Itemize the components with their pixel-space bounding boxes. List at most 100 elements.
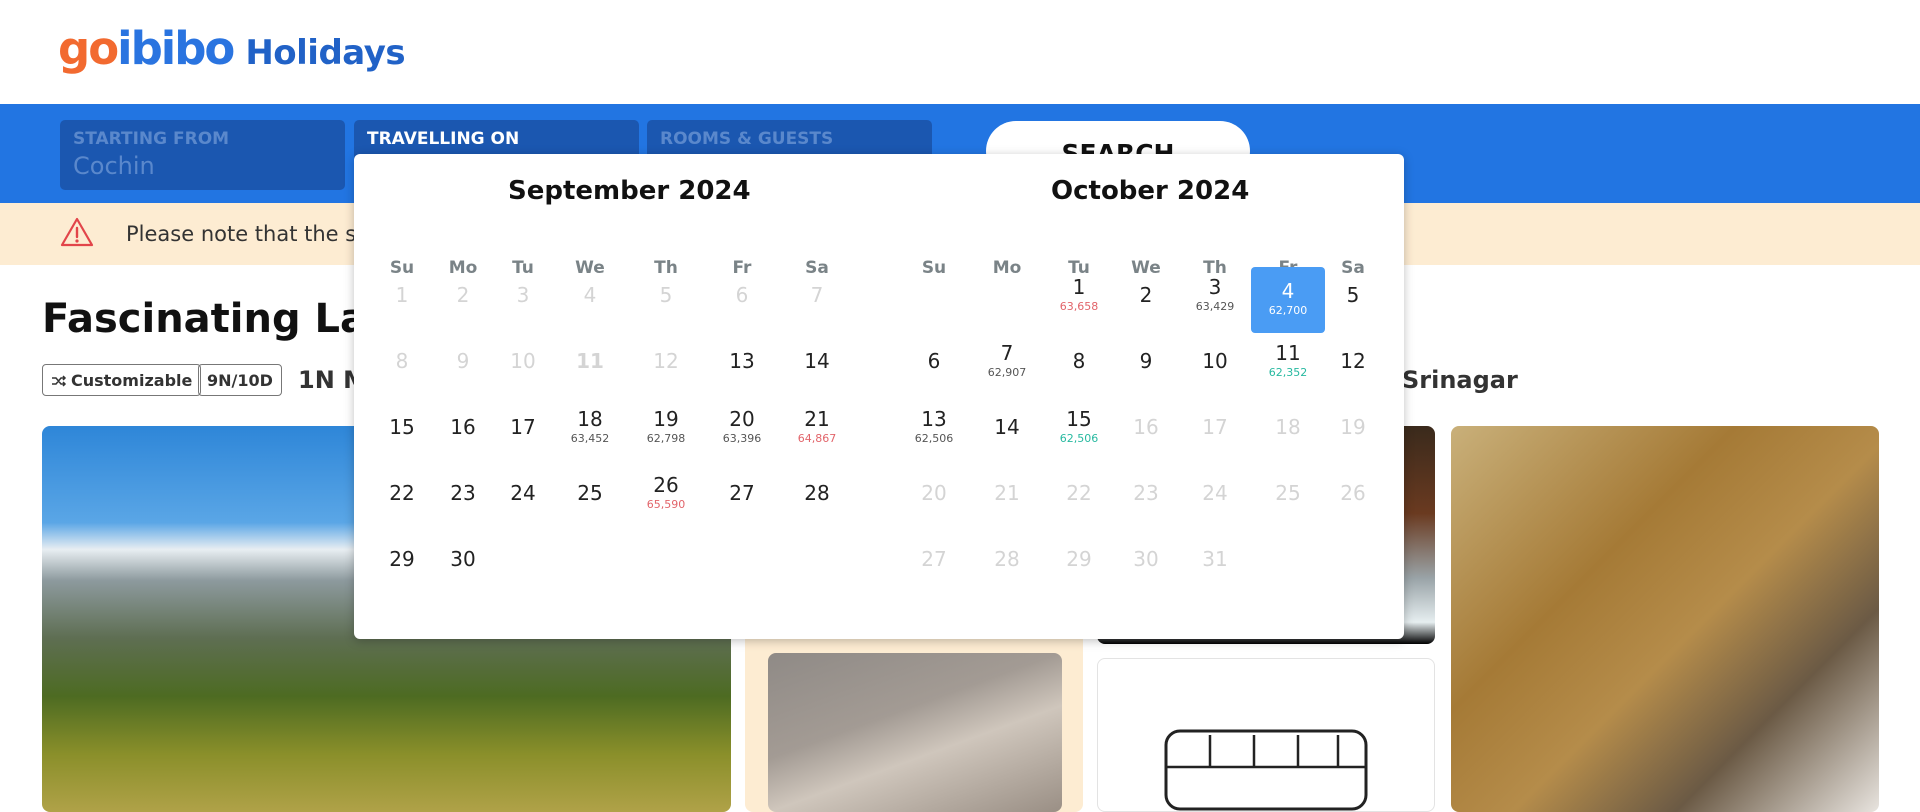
calendar-day-october-14[interactable]: 14 xyxy=(977,404,1037,456)
duration-badge: 9N/10D xyxy=(198,364,282,396)
calendar-day-september-18[interactable]: 18 63,452 xyxy=(560,404,620,456)
calendar-day-september-11: 11 xyxy=(560,338,620,390)
calendar-day-october-27: 27 xyxy=(904,536,964,588)
day-number: 14 xyxy=(994,415,1020,439)
calendar-day-september-5: 5 xyxy=(636,272,696,324)
calendar-day-september-17[interactable]: 17 xyxy=(493,404,553,456)
day-price: 63,396 xyxy=(722,432,762,445)
weekday-october-0: Su xyxy=(921,258,947,278)
day-number: 27 xyxy=(729,481,755,505)
day-number: 20 xyxy=(921,481,947,505)
day-price: 62,798 xyxy=(646,432,686,445)
calendar-day-september-25[interactable]: 25 xyxy=(560,470,620,522)
goibibo-holidays-logo[interactable]: go ibibo Holidays xyxy=(58,22,406,75)
calendar-day-september-24[interactable]: 24 xyxy=(493,470,553,522)
calendar-day-october-6[interactable]: 6 xyxy=(904,338,964,390)
day-number: 4 xyxy=(583,283,597,307)
calendar-day-october-2[interactable]: 2 xyxy=(1116,272,1176,324)
day-number: 2 xyxy=(456,283,470,307)
day-number: 12 xyxy=(653,349,679,373)
day-price: 65,590 xyxy=(646,498,686,511)
calendar-day-september-4: 4 xyxy=(560,272,620,324)
logo-go: go xyxy=(58,22,119,75)
calendar-day-september-30[interactable]: 30 xyxy=(433,536,493,588)
calendar-day-september-7: 7 xyxy=(787,272,847,324)
warning-icon xyxy=(60,216,94,252)
day-number: 30 xyxy=(450,547,476,571)
day-number: 16 xyxy=(450,415,476,439)
calendar-day-september-16[interactable]: 16 xyxy=(433,404,493,456)
calendar-day-october-13[interactable]: 13 62,506 xyxy=(904,404,964,456)
calendar-day-september-21[interactable]: 21 64,867 xyxy=(787,404,847,456)
day-number: 5 xyxy=(659,283,673,307)
day-number: 22 xyxy=(1066,481,1092,505)
day-number: 19 xyxy=(1340,415,1366,439)
calendar-day-september-29[interactable]: 29 xyxy=(372,536,432,588)
calendar-day-september-10: 10 xyxy=(493,338,553,390)
day-number: 28 xyxy=(994,547,1020,571)
calendar-day-october-3[interactable]: 3 63,429 xyxy=(1185,272,1245,324)
calendar-day-september-27[interactable]: 27 xyxy=(712,470,772,522)
day-number: 28 xyxy=(804,481,830,505)
day-number: 7 xyxy=(810,283,824,307)
calendar-day-september-13[interactable]: 13 xyxy=(712,338,772,390)
shuffle-icon xyxy=(52,375,67,387)
calendar-day-october-30: 30 xyxy=(1116,536,1176,588)
day-number: 30 xyxy=(1133,547,1159,571)
calendar-day-september-1: 1 xyxy=(372,272,432,324)
day-number: 24 xyxy=(1202,481,1228,505)
calendar-day-september-20[interactable]: 20 63,396 xyxy=(712,404,772,456)
day-number: 24 xyxy=(510,481,536,505)
day-number: 8 xyxy=(1072,349,1086,373)
day-number: 15 xyxy=(389,415,415,439)
calendar-day-september-14[interactable]: 14 xyxy=(787,338,847,390)
day-number: 8 xyxy=(395,349,409,373)
customizable-label: Customizable xyxy=(71,371,193,390)
calendar-day-october-29: 29 xyxy=(1049,536,1109,588)
calendar-day-october-7[interactable]: 7 62,907 xyxy=(977,338,1037,390)
calendar-day-october-15[interactable]: 15 62,506 xyxy=(1049,404,1109,456)
day-number: 3 xyxy=(1208,275,1222,299)
day-number: 3 xyxy=(516,283,530,307)
itinerary-end: Srinagar xyxy=(1402,366,1518,394)
calendar-day-october-12[interactable]: 12 xyxy=(1323,338,1383,390)
date-picker-popup: September 2024 October 2024 Su Mo Tu We Th Fr… xyxy=(354,154,1404,639)
monastery-image[interactable] xyxy=(768,653,1062,812)
calendar-day-september-28[interactable]: 28 xyxy=(787,470,847,522)
calendar-day-september-2: 2 xyxy=(433,272,493,324)
calendar-day-october-8[interactable]: 8 xyxy=(1049,338,1109,390)
calendar-day-october-16: 16 xyxy=(1116,404,1176,456)
calendar-day-october-5[interactable]: 5 xyxy=(1323,272,1383,324)
day-number: 10 xyxy=(1202,349,1228,373)
day-number: 1 xyxy=(395,283,409,307)
starting-from-field[interactable]: STARTING FROM Cochin xyxy=(60,120,345,190)
notice-text: Please note that the sta xyxy=(126,222,378,246)
calendar-day-october-4[interactable]: 4 62,700 xyxy=(1251,267,1325,333)
calendar-day-october-1[interactable]: 1 63,658 xyxy=(1049,272,1109,324)
calendar-day-september-22[interactable]: 22 xyxy=(372,470,432,522)
day-number: 18 xyxy=(1275,415,1301,439)
rooms-guests-label: ROOMS & GUESTS xyxy=(660,129,834,149)
day-number: 18 xyxy=(577,407,603,431)
day-price: 64,867 xyxy=(797,432,837,445)
calendar-day-october-10[interactable]: 10 xyxy=(1185,338,1245,390)
calendar-day-september-19[interactable]: 19 62,798 xyxy=(636,404,696,456)
day-number: 20 xyxy=(729,407,755,431)
bus-icon xyxy=(1164,729,1368,811)
hotel-bathroom-image[interactable] xyxy=(1451,426,1879,812)
calendar-day-october-11[interactable]: 11 62,352 xyxy=(1258,338,1318,390)
calendar-day-september-26[interactable]: 26 65,590 xyxy=(636,470,696,522)
day-number: 4 xyxy=(1281,279,1295,303)
day-number: 9 xyxy=(1139,349,1153,373)
calendar-day-october-31: 31 xyxy=(1185,536,1245,588)
day-number: 6 xyxy=(927,349,941,373)
day-price: 62,700 xyxy=(1268,304,1308,317)
day-number: 26 xyxy=(1340,481,1366,505)
calendar-day-october-22: 22 xyxy=(1049,470,1109,522)
calendar-day-october-18: 18 xyxy=(1258,404,1318,456)
calendar-day-september-23[interactable]: 23 xyxy=(433,470,493,522)
day-number: 17 xyxy=(1202,415,1228,439)
calendar-day-october-9[interactable]: 9 xyxy=(1116,338,1176,390)
calendar-day-september-15[interactable]: 15 xyxy=(372,404,432,456)
bus-transfer-image[interactable] xyxy=(1097,658,1435,812)
